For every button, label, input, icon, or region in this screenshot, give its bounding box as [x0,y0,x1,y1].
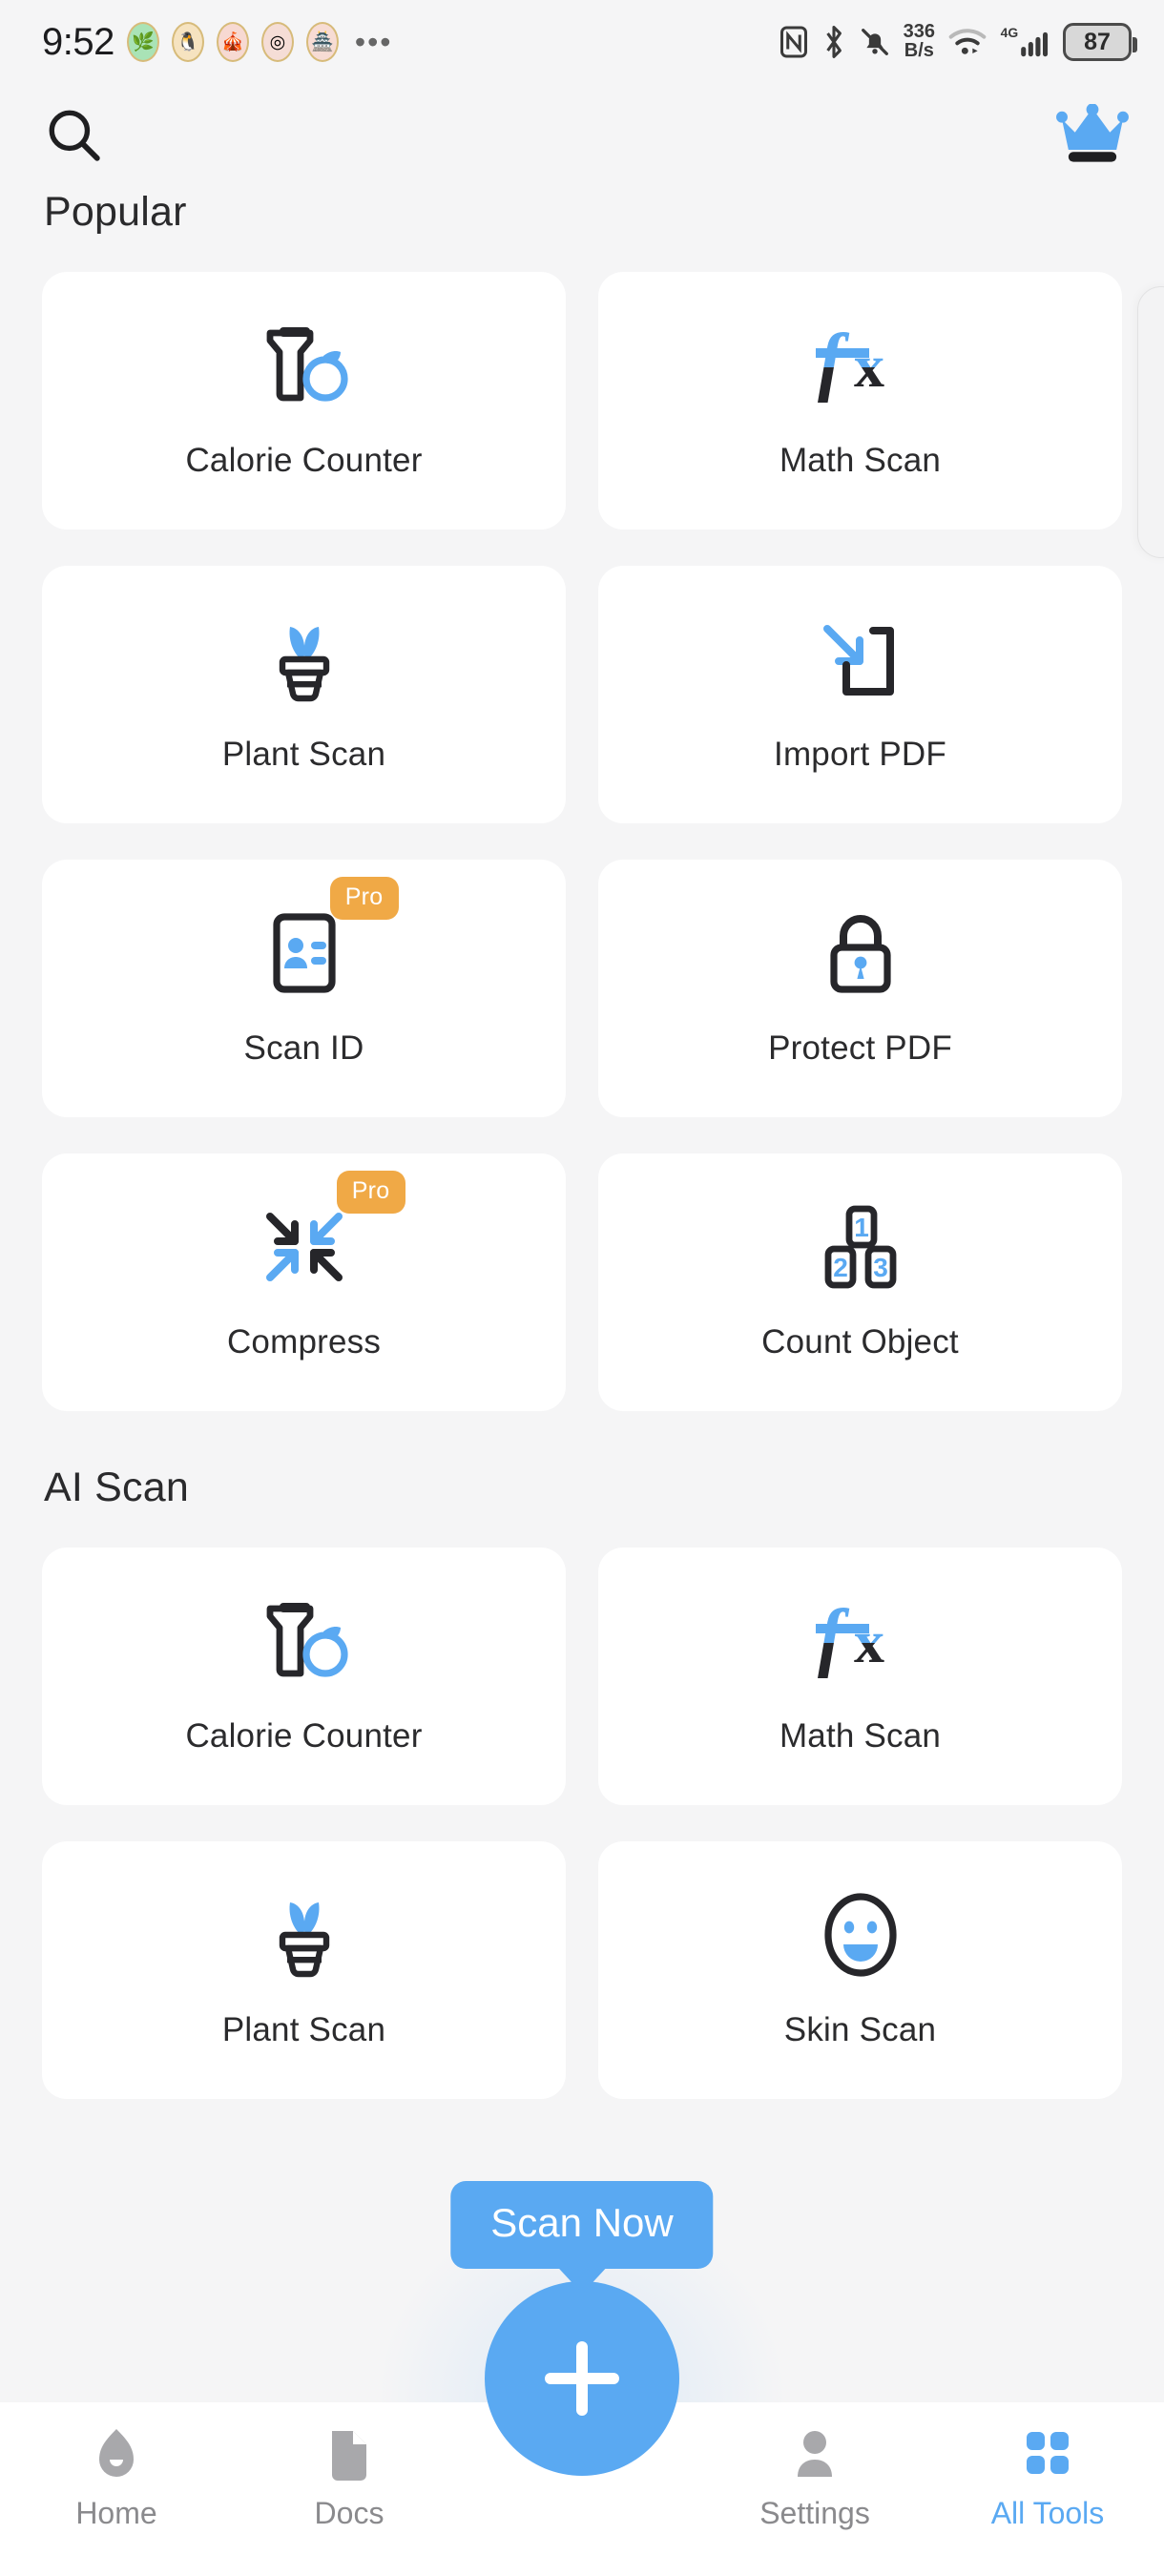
scan-id-icon: Pro [265,877,399,997]
nfc-icon [779,25,808,59]
calorie-counter-icon [251,322,358,409]
docs-icon [324,2423,374,2483]
tool-card-calorie-counter[interactable]: Calorie Counter [42,272,566,530]
tool-card-math-scan[interactable]: f x f x Math Scan [598,272,1122,530]
scan-now-tooltip[interactable]: Scan Now [450,2181,714,2269]
tool-card-protect-pdf[interactable]: Protect PDF [598,860,1122,1117]
status-app-icon-2: 🐧 [171,22,204,62]
section-title-popular: Popular [44,189,187,235]
settings-user-icon [790,2423,840,2483]
tool-label: Compress [226,1323,382,1361]
compress-icon: Pro [259,1171,405,1291]
tool-card-count-object[interactable]: 1 2 3 Count Object [598,1153,1122,1411]
math-scan-icon: f x f x [808,322,913,409]
tool-label: Protect PDF [768,1029,952,1067]
nav-label: Home [75,2496,157,2530]
premium-button[interactable] [1055,102,1130,170]
tool-label: Calorie Counter [185,442,423,479]
plus-icon [545,2341,619,2416]
nav-item-settings[interactable]: Settings [698,2423,931,2531]
top-bar [0,84,1164,189]
search-icon [49,110,100,161]
status-bar-left: 9:52 🌿 🐧 🎪 ◎ 🏯 ••• [42,21,392,64]
svg-text:3: 3 [873,1253,888,1282]
battery-level: 87 [1084,28,1111,55]
status-app-icon-3: 🎪 [216,22,249,62]
tool-card-import-pdf[interactable]: Import PDF [598,566,1122,823]
network-speed: 336 B/s [904,22,935,61]
calorie-counter-icon [251,1597,358,1685]
plant-scan-icon [261,615,347,703]
tool-label: Plant Scan [221,736,386,773]
popular-grid: Calorie Counter f x f x Math Scan Plant … [0,272,1164,1411]
protect-pdf-icon [821,909,901,997]
tool-label: Math Scan [779,442,942,479]
network-speed-unit: B/s [904,40,934,61]
tool-card-skin-scan[interactable]: Skin Scan [598,1841,1122,2099]
status-app-icon-5: 🏯 [305,22,339,62]
tool-card-compress[interactable]: Pro Compress [42,1153,566,1411]
wifi-icon [948,26,987,58]
svg-text:4G: 4G [1001,25,1019,40]
status-app-icon-1: 🌿 [126,22,159,62]
nav-item-docs[interactable]: Docs [233,2423,466,2531]
tool-card-scan-id[interactable]: Pro Scan ID [42,860,566,1117]
nav-label: Settings [759,2496,870,2530]
tool-card-plant-scan-ai[interactable]: Plant Scan [42,1841,566,2099]
nav-label: Docs [314,2496,385,2530]
tool-label: Scan ID [243,1029,364,1067]
svg-text:2: 2 [833,1253,848,1282]
section-title-ai-scan: AI Scan [44,1465,189,1510]
grid-icon [1023,2423,1072,2483]
scan-fab-button[interactable] [485,2281,679,2476]
status-bar: 9:52 🌿 🐧 🎪 ◎ 🏯 ••• 336 B/s 4G 87 [0,0,1164,84]
tool-card-calorie-counter-ai[interactable]: Calorie Counter [42,1548,566,1805]
bluetooth-icon [821,25,846,59]
tool-label: Count Object [761,1323,959,1361]
svg-text:1: 1 [854,1213,869,1242]
tool-label: Skin Scan [783,2011,937,2048]
import-pdf-icon [814,615,907,703]
crown-icon [1056,102,1129,162]
status-bar-right: 336 B/s 4G 87 [779,22,1137,61]
nav-item-home[interactable]: Home [0,2423,233,2531]
tool-label: Calorie Counter [185,1717,423,1755]
battery-icon: 87 [1063,23,1137,61]
status-time: 9:52 [42,20,114,63]
pro-badge: Pro [329,877,399,920]
app-screen: 9:52 🌿 🐧 🎪 ◎ 🏯 ••• 336 B/s 4G 87 Popular… [0,0,1164,2576]
skin-scan-icon [817,1891,904,1979]
cellular-signal-icon: 4G [1000,24,1050,60]
nav-item-all-tools[interactable]: All Tools [931,2423,1164,2531]
search-button[interactable] [44,105,103,169]
count-object-icon: 1 2 3 [817,1203,904,1291]
pro-badge: Pro [336,1171,405,1214]
plant-scan-icon [261,1891,347,1979]
mute-icon [860,26,890,58]
tool-label: Import PDF [774,736,946,773]
tool-label: Math Scan [779,1717,942,1755]
math-scan-icon: f x f x [808,1597,913,1685]
ai-scan-grid: Calorie Counter f x f x Math Scan Plant … [0,1548,1164,2099]
status-overflow-icon: ••• [354,24,393,59]
status-app-icon-4: ◎ [260,22,294,62]
tool-card-math-scan-ai[interactable]: f x f x Math Scan [598,1548,1122,1805]
home-icon [90,2423,143,2483]
nav-label: All Tools [990,2496,1105,2530]
tool-card-plant-scan[interactable]: Plant Scan [42,566,566,823]
tool-label: Plant Scan [221,2011,386,2048]
